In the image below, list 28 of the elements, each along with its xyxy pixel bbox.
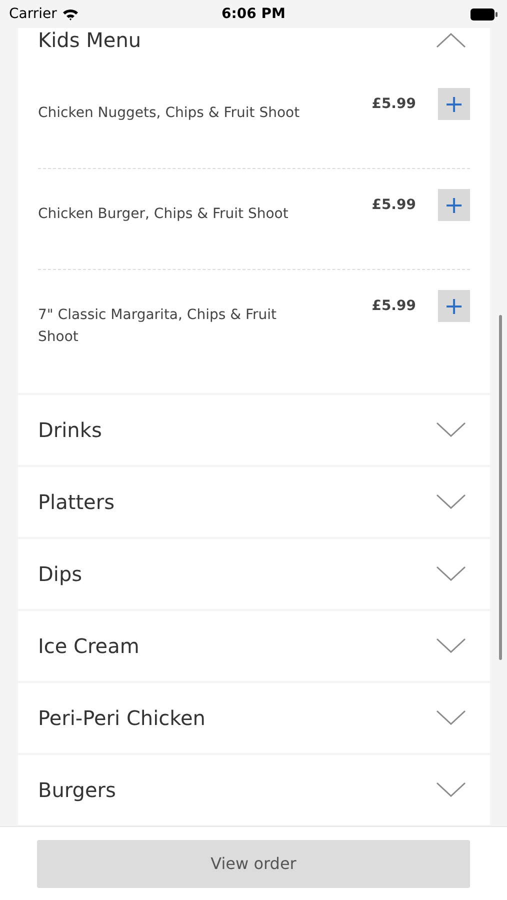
category-header[interactable]: Dips: [18, 539, 490, 609]
category-title: Dips: [38, 561, 82, 588]
category-header[interactable]: Peri-Peri Chicken: [18, 683, 490, 753]
category-header[interactable]: Burgers: [18, 755, 490, 825]
status-time: 6:06 PM: [222, 4, 286, 24]
category-header[interactable]: Kids Menu: [18, 28, 490, 52]
carrier-label: Carrier: [9, 4, 57, 24]
item-price: £5.99: [372, 196, 416, 215]
item-name: Chicken Burger, Chips & Fruit Shoot: [38, 205, 290, 224]
category-title: Burgers: [38, 777, 116, 804]
battery-icon: [470, 8, 498, 20]
category-title: Ice Cream: [38, 633, 140, 660]
add-button[interactable]: +: [438, 189, 470, 221]
category-title: Kids Menu: [38, 28, 142, 54]
category-title: Peri-Peri Chicken: [38, 705, 206, 732]
category-header[interactable]: Drinks: [18, 395, 490, 465]
item-name: 7" Classic Margarita, Chips & Fruit Shoot: [38, 306, 278, 347]
item-name: Chicken Nuggets, Chips & Fruit Shoot: [38, 104, 301, 123]
add-button[interactable]: +: [438, 290, 470, 322]
add-button[interactable]: +: [438, 88, 470, 120]
item-price: £5.99: [372, 95, 416, 114]
item-price: £5.99: [372, 297, 416, 316]
category-title: Platters: [38, 489, 115, 516]
view-order-button[interactable]: View order: [37, 840, 470, 888]
category-header[interactable]: Ice Cream: [18, 611, 490, 681]
category-header[interactable]: Platters: [18, 467, 490, 537]
wifi-icon: [62, 8, 79, 20]
category-title: Drinks: [38, 417, 102, 444]
